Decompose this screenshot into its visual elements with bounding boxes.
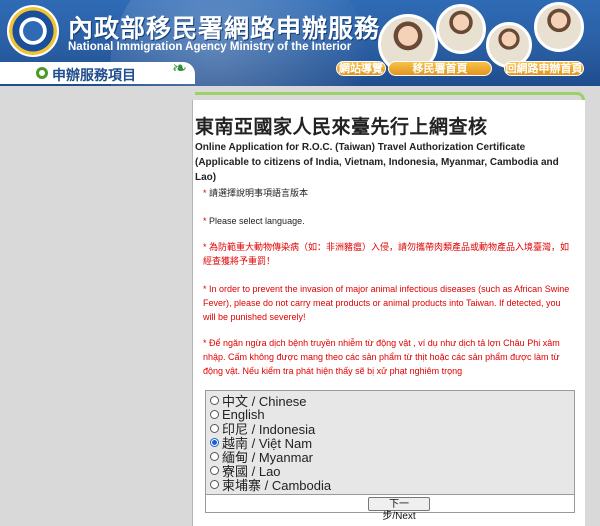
- section-label: 申辦服務項目: [52, 67, 136, 83]
- radio-chinese[interactable]: [210, 395, 219, 405]
- language-option-cambodia[interactable]: 柬埔寨 / Cambodia: [210, 477, 331, 493]
- panel-top-border: [195, 92, 585, 100]
- site-title-zh: 內政部移民署網路申辦服務: [68, 14, 381, 43]
- note-disease-en: * In order to prevent the invasion of ma…: [203, 284, 570, 322]
- radio-vietnam[interactable]: [210, 437, 219, 447]
- language-option-chinese[interactable]: 中文 / Chinese: [210, 393, 307, 409]
- radio-lao[interactable]: [210, 465, 219, 475]
- radio-indonesia[interactable]: [210, 423, 219, 433]
- nav-sitemap-button[interactable]: 網站導覽: [336, 61, 386, 76]
- nav-agency-home-button[interactable]: 移民署首頁: [388, 61, 492, 76]
- radio-cambodia[interactable]: [210, 479, 219, 489]
- agency-logo[interactable]: [7, 5, 59, 57]
- header-photo-woman: [534, 2, 584, 52]
- radio-myanmar[interactable]: [210, 451, 219, 461]
- next-button[interactable]: 下一步/Next: [368, 497, 430, 522]
- bird-icon: ❧: [172, 58, 188, 78]
- radio-english[interactable]: [210, 409, 219, 419]
- section-bar: 申辦服務項目 ❧: [0, 58, 195, 84]
- note-disease-vi: * Để ngăn ngừa dịch bệnh truyền nhiễm từ…: [203, 338, 560, 376]
- site-header: 內政部移民署網路申辦服務 National Immigration Agency…: [0, 0, 600, 86]
- page-subtitle: Online Application for R.O.C. (Taiwan) T…: [195, 142, 559, 183]
- page-title: 東南亞國家人民來臺先行上網查核: [195, 117, 488, 138]
- circle-bullet-icon: [36, 67, 48, 79]
- language-options: 中文 / Chinese English 印尼 / Indonesia 越南 /…: [206, 391, 574, 495]
- nav-online-home-button[interactable]: 回網路申辦首頁: [504, 61, 584, 76]
- header-photo-girl: [436, 4, 486, 54]
- note-language-zh: * 請選擇說明事項語言版本: [203, 188, 309, 198]
- note-disease-zh: * 為防範重大動物傳染病（如：非洲豬瘟）入侵，請勿攜帶肉類產品或動物產品入境臺灣…: [203, 242, 570, 266]
- language-selector: 中文 / Chinese English 印尼 / Indonesia 越南 /…: [205, 390, 575, 522]
- content-panel: 東南亞國家人民來臺先行上網查核 Online Application for R…: [192, 100, 585, 526]
- site-title-en: National Immigration Agency Ministry of …: [68, 41, 352, 53]
- note-language-en: * Please select language.: [203, 216, 305, 226]
